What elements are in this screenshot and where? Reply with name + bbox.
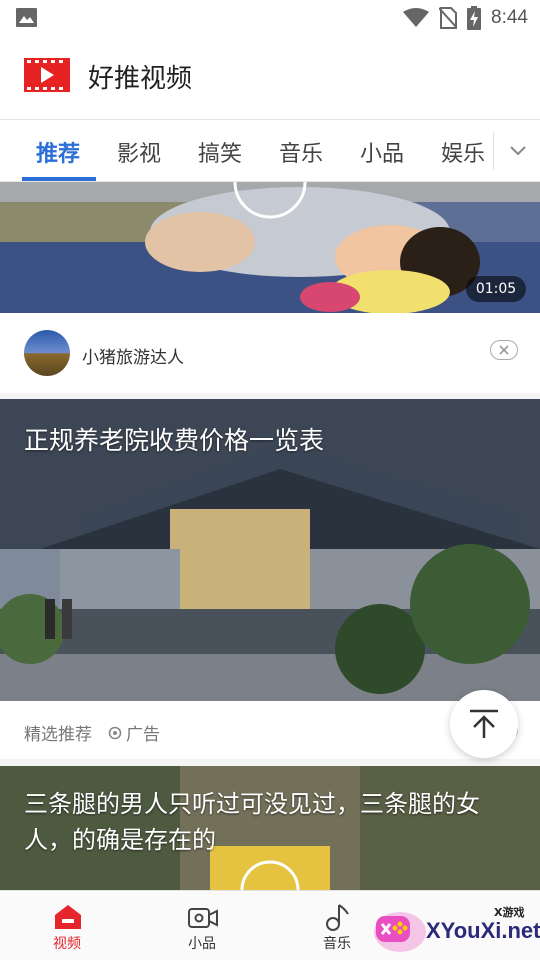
- app-logo-icon: [24, 58, 70, 92]
- ad-badge-icon: [108, 726, 122, 739]
- tab-movies[interactable]: 影视: [117, 136, 161, 168]
- video-title[interactable]: 三条腿的男人只听过可没见过，三条腿的女人，的确是存在的: [24, 786, 524, 858]
- video-thumbnail-image: [0, 182, 540, 313]
- nav-video[interactable]: 视频: [17, 891, 117, 960]
- more-tabs-button[interactable]: [493, 132, 540, 170]
- back-to-top-button[interactable]: [450, 690, 518, 758]
- app-title: 好推视频: [88, 64, 193, 94]
- video-author-row: 小猪旅游达人: [0, 313, 540, 393]
- nav-sketch[interactable]: 小品: [152, 891, 252, 960]
- clock: 8:44: [491, 7, 528, 28]
- no-sim-icon: [439, 7, 458, 29]
- camera-icon: [188, 908, 218, 928]
- tab-sketch[interactable]: 小品: [360, 136, 404, 168]
- active-tab-indicator: [22, 177, 96, 181]
- video-duration: 01:05: [466, 276, 526, 302]
- ad-title[interactable]: 正规养老院收费价格一览表: [24, 421, 324, 457]
- home-video-icon: [55, 905, 81, 929]
- nav-video-label: 视频: [53, 936, 81, 952]
- wifi-icon: [403, 8, 430, 27]
- status-bar: 8:44: [0, 0, 540, 36]
- video-thumbnail-2[interactable]: 三条腿的男人只听过可没见过，三条腿的女人，的确是存在的: [0, 766, 540, 890]
- music-note-icon: [326, 904, 349, 931]
- ad-label: 广告: [108, 720, 160, 745]
- tab-entertainment[interactable]: 娱乐: [441, 136, 485, 168]
- app-header: 好推视频: [0, 36, 540, 120]
- watermark-text: XYouXi.net: [426, 918, 540, 943]
- image-icon: [16, 8, 37, 27]
- category-tabs: 推荐 影视 搞笑 音乐 小品 娱乐: [0, 120, 540, 182]
- ad-card-image[interactable]: 正规养老院收费价格一览表: [0, 399, 540, 701]
- tab-music[interactable]: 音乐: [279, 136, 323, 168]
- author-avatar[interactable]: [24, 330, 70, 376]
- chevron-down-icon: [510, 146, 526, 156]
- site-watermark: X游戏 XYouXi.net: [368, 896, 540, 960]
- battery-charging-icon: [467, 6, 482, 30]
- video-thumbnail[interactable]: [0, 182, 540, 313]
- arrow-up-icon: [470, 709, 498, 738]
- nav-sketch-label: 小品: [188, 936, 216, 952]
- author-name[interactable]: 小猪旅游达人: [82, 343, 184, 368]
- gamepad-logo-icon: [374, 912, 426, 952]
- tab-recommend[interactable]: 推荐: [36, 136, 80, 168]
- tab-funny[interactable]: 搞笑: [198, 136, 242, 168]
- dismiss-button[interactable]: [490, 340, 518, 360]
- ad-source: 精选推荐: [24, 725, 92, 745]
- ad-tag-text: 广告: [126, 725, 160, 745]
- close-icon: [499, 345, 509, 355]
